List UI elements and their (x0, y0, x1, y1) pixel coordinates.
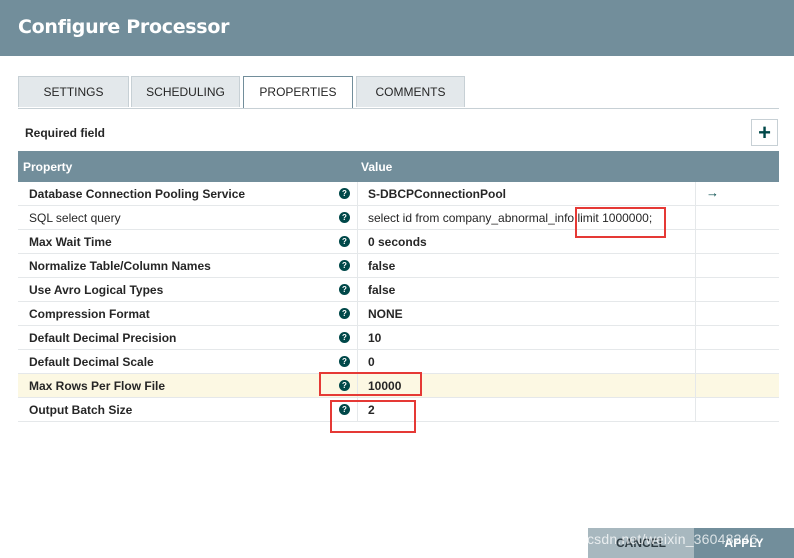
annotation-box-max-rows (319, 372, 422, 396)
property-name: SQL select query (29, 211, 121, 225)
property-name: Normalize Table/Column Names (29, 259, 211, 273)
property-name: Default Decimal Scale (29, 355, 154, 369)
add-property-button[interactable]: + (751, 119, 778, 146)
property-value[interactable]: false (368, 283, 395, 297)
plus-icon: + (758, 119, 771, 145)
column-divider (357, 278, 358, 301)
help-icon[interactable]: ? (339, 236, 350, 247)
property-name: Max Rows Per Flow File (29, 379, 166, 393)
help-icon[interactable]: ? (339, 284, 350, 295)
column-divider (695, 398, 696, 421)
column-divider (695, 326, 696, 349)
help-icon[interactable]: ? (339, 188, 350, 199)
property-name: Use Avro Logical Types (29, 283, 164, 297)
column-divider (695, 230, 696, 253)
column-divider (695, 302, 696, 325)
table-row[interactable]: Database Connection Pooling Service? S-DB… (18, 182, 779, 206)
property-value[interactable]: S-DBCPConnectionPool (368, 187, 506, 201)
help-icon[interactable]: ? (339, 332, 350, 343)
table-row[interactable]: Compression Format? NONE (18, 302, 779, 326)
tab-properties[interactable]: PROPERTIES (243, 76, 353, 109)
property-name: Compression Format (29, 307, 150, 321)
annotation-box-batch-size (330, 400, 416, 433)
tab-underline (18, 108, 779, 109)
tab-comments[interactable]: COMMENTS (356, 76, 465, 107)
column-divider (695, 374, 696, 397)
column-divider (695, 182, 696, 205)
property-name: Output Batch Size (29, 403, 133, 417)
property-name: Database Connection Pooling Service (29, 187, 246, 201)
dialog-title: Configure Processor (18, 16, 230, 38)
table-row[interactable]: Use Avro Logical Types? false (18, 278, 779, 302)
column-divider (357, 302, 358, 325)
table-row[interactable]: Normalize Table/Column Names? false (18, 254, 779, 278)
watermark: https://blog.csdn.net/weixin_36048246 (512, 531, 758, 547)
required-field-label: Required field (25, 126, 106, 140)
go-to-service-icon[interactable]: → (706, 185, 719, 200)
help-icon[interactable]: ? (339, 308, 350, 319)
table-row[interactable]: Default Decimal Scale? 0 (18, 350, 779, 374)
column-divider (357, 350, 358, 373)
property-name: Default Decimal Precision (29, 331, 177, 345)
help-icon[interactable]: ? (339, 212, 350, 223)
column-divider (357, 182, 358, 205)
column-divider (695, 206, 696, 229)
column-divider (695, 278, 696, 301)
tab-settings[interactable]: SETTINGS (18, 76, 129, 107)
column-divider (357, 206, 358, 229)
value-column-header[interactable]: Value (361, 160, 392, 174)
help-icon[interactable]: ? (339, 356, 350, 367)
property-value[interactable]: 10 (368, 331, 381, 345)
help-icon[interactable]: ? (339, 260, 350, 271)
dialog-header: Configure Processor (0, 0, 794, 56)
column-divider (357, 326, 358, 349)
column-divider (695, 254, 696, 277)
annotation-box-limit (575, 207, 666, 238)
column-divider (695, 350, 696, 373)
tab-scheduling[interactable]: SCHEDULING (131, 76, 240, 107)
property-value[interactable]: NONE (368, 307, 403, 321)
property-value[interactable]: 0 seconds (368, 235, 427, 249)
table-header: Property Value (18, 151, 779, 182)
column-divider (357, 230, 358, 253)
property-column-header[interactable]: Property (23, 160, 72, 174)
property-name: Max Wait Time (29, 235, 112, 249)
column-divider (357, 254, 358, 277)
property-value[interactable]: false (368, 259, 395, 273)
property-value[interactable]: 0 (368, 355, 375, 369)
table-row[interactable]: Default Decimal Precision? 10 (18, 326, 779, 350)
